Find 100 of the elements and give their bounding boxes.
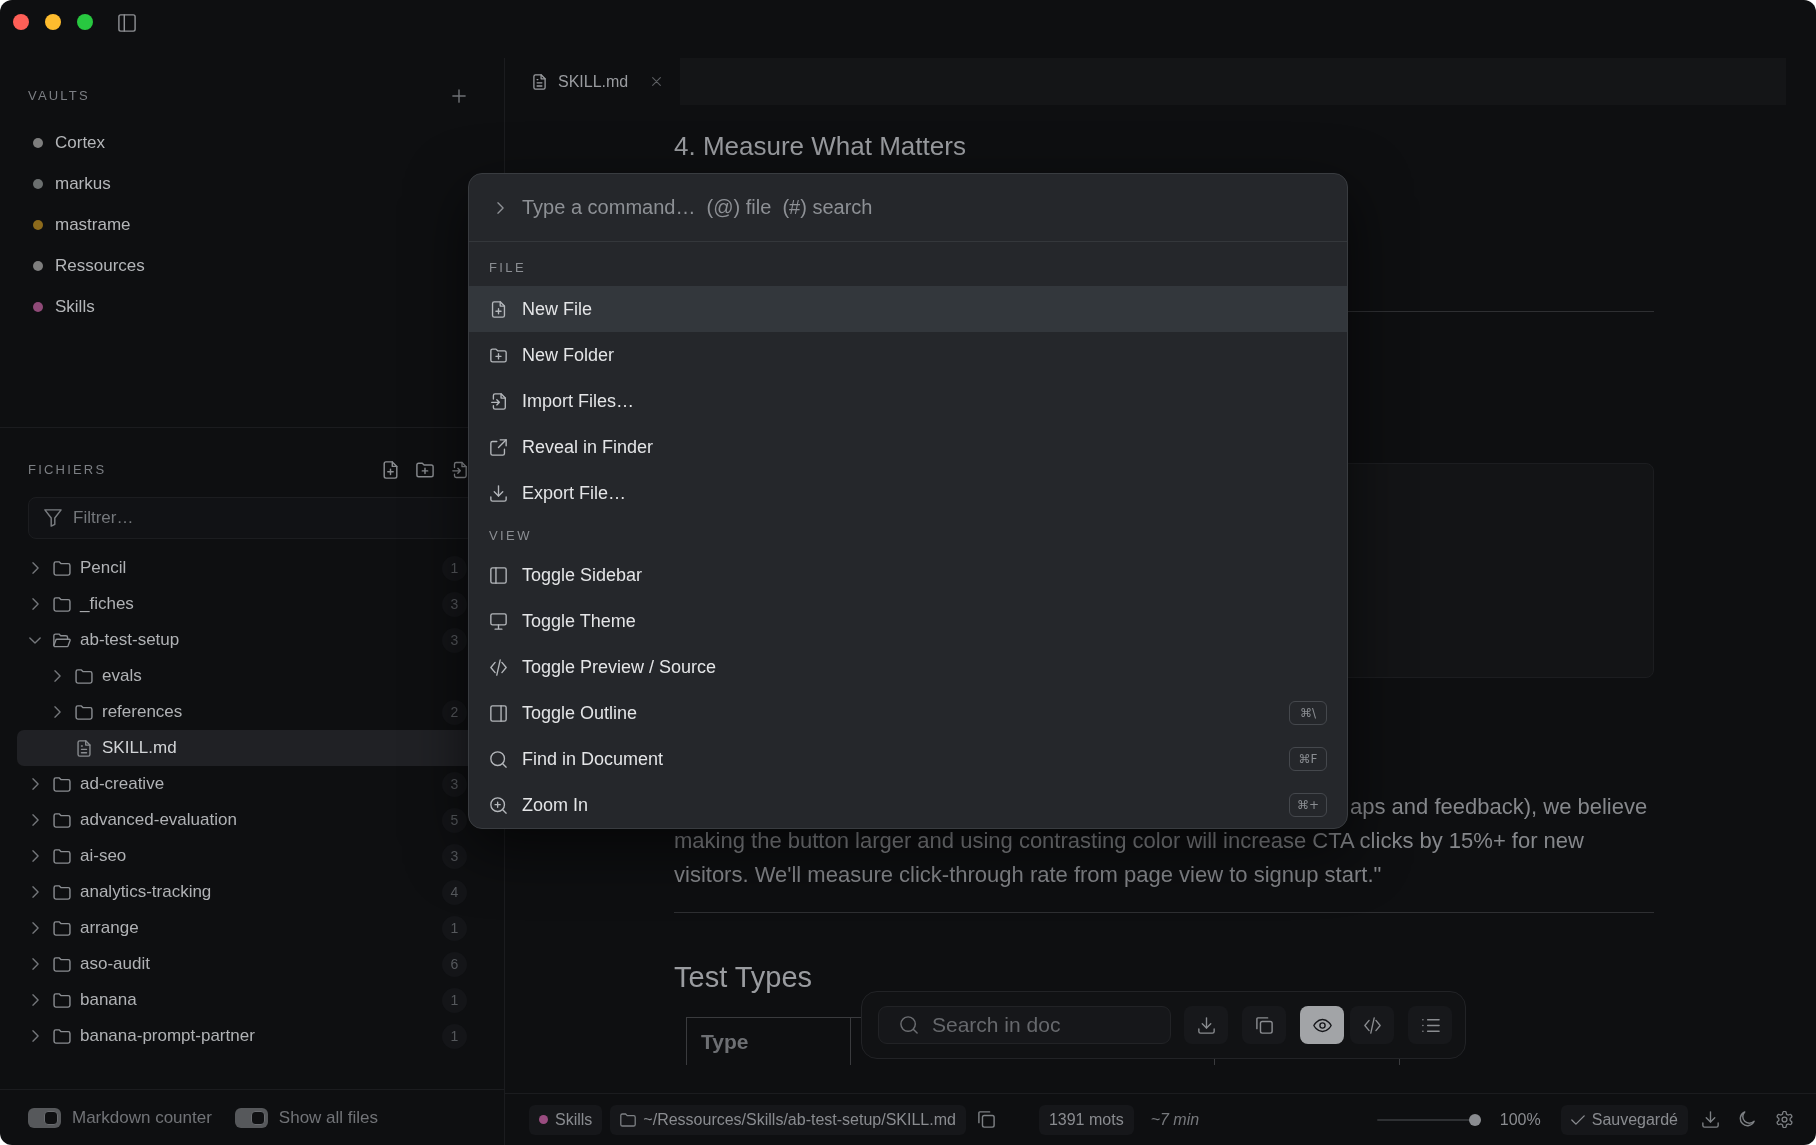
file-import-icon [490,392,507,410]
item-count: 5 [442,807,467,833]
chevron-icon[interactable] [31,850,39,862]
copy-icon [1254,1016,1274,1034]
doc-heading: 4. Measure What Matters [674,130,967,163]
chevron-icon[interactable] [31,598,39,610]
command-input[interactable]: Type a command… (@) file (#) search [522,187,1323,228]
command-item[interactable]: New Folder [469,332,1347,378]
folder-plus-icon[interactable] [416,462,434,478]
filter-icon [44,509,62,527]
theme-button[interactable] [1738,1111,1755,1128]
window-zoom-button[interactable] [77,14,93,30]
folder-icon [620,1112,637,1127]
section-title: FILE [488,259,528,277]
command-item[interactable]: Reveal in Finder [469,424,1347,470]
chevron-icon[interactable] [53,706,61,718]
file-icon [77,739,91,757]
chevron-icon[interactable] [29,636,41,644]
tree-item[interactable]: aso-audit 6 [17,946,487,982]
shortcut-key: ⌘+ [1289,793,1327,817]
file-plus-icon [490,300,507,318]
tree-item[interactable]: ai-seo 3 [17,838,487,874]
vault-item[interactable]: Cortex [28,122,466,163]
check-icon [1570,1114,1585,1125]
sidebar-icon [490,566,507,584]
save-status-label: Sauvegardé [1591,1110,1678,1129]
code-icon [490,658,507,676]
chevron-icon[interactable] [31,922,39,934]
folder-plus-icon [490,346,507,364]
reading-time: ~7 min [1150,1110,1200,1129]
paragraph-text: making the button larger and using contrasting color will increase CTA clicks by 15%+ for new visitors. We'll measure click-through rate from page view to signup start." [674,827,1585,889]
file-import-icon[interactable] [452,461,467,479]
folder-icon [53,848,71,864]
tree-item[interactable]: banana-prompt-partner 1 [17,1018,487,1054]
close-icon[interactable] [652,77,662,86]
sidebar-icon[interactable] [118,14,136,32]
chevron-icon[interactable] [53,670,61,682]
toggle-switch[interactable] [28,1107,61,1128]
section-heading: Test Types [674,960,814,995]
window-close-button[interactable] [13,14,29,30]
download-button[interactable] [1184,1006,1228,1044]
search-icon [900,1016,918,1034]
item-count: 4 [442,879,467,905]
source-button[interactable] [1350,1006,1394,1044]
tree-item[interactable]: banana 1 [17,982,487,1018]
file-plus-icon[interactable] [383,461,398,479]
folder-icon [75,704,93,720]
slider-thumb[interactable] [1468,1113,1481,1126]
chevron-icon[interactable] [31,562,39,574]
settings-button[interactable] [1776,1111,1793,1128]
item-count: 3 [442,843,467,869]
folder-icon [53,920,71,936]
folder-icon [53,956,71,972]
section-title: VAULTS [28,87,90,105]
vault-item[interactable]: Skills [28,286,466,327]
folder-icon [53,812,71,828]
gear-icon [1776,1111,1793,1128]
export-button[interactable] [1702,1111,1719,1128]
vault-item[interactable]: markus [28,163,466,204]
monitor-icon [490,612,507,630]
list-icon [1420,1016,1440,1034]
chevron-icon[interactable] [31,814,39,826]
outline-button[interactable] [1408,1006,1452,1044]
copy-icon [977,1111,995,1128]
command-item[interactable]: Import Files… [469,378,1347,424]
code-icon [1362,1016,1382,1034]
copy-button[interactable] [1242,1006,1286,1044]
search-icon [490,750,507,768]
chevron-icon[interactable] [31,886,39,898]
add-icon[interactable] [452,89,466,103]
preview-button[interactable] [1300,1006,1344,1044]
window-minimize-button[interactable] [45,14,61,30]
command-item[interactable]: New File [469,286,1347,332]
copy-path-button[interactable] [977,1111,995,1128]
table-header-cell: Type [686,1017,851,1065]
vault-chip[interactable]: Skills [529,1104,603,1135]
path-chip[interactable]: ~/Ressources/Skills/ab-test-setup/SKILL.md [610,1104,966,1135]
zoom-slider[interactable] [1376,1113,1481,1126]
vault-item[interactable]: Ressources [28,245,466,286]
tree-item[interactable]: arrange 1 [17,910,487,946]
folder-icon [53,884,71,900]
chevron-icon[interactable] [31,958,39,970]
zoom-level: 100% [1499,1110,1541,1129]
toggle-switch[interactable] [234,1107,268,1128]
toggle-label: Show all files [278,1107,379,1128]
search-field[interactable]: Search in doc [878,1006,1171,1044]
command-item[interactable]: Toggle Theme [469,598,1347,644]
folder-icon [53,596,71,612]
chevron-icon[interactable] [31,778,39,790]
external-link-icon [490,438,507,456]
tree-item[interactable]: analytics-tracking 4 [17,874,487,910]
word-count: 1391 mots [1038,1104,1134,1135]
folder-icon [53,560,71,576]
folder-icon [53,992,71,1008]
chevron-icon[interactable] [31,994,39,1006]
file-icon [533,73,546,90]
tab[interactable]: SKILL.md [516,58,680,105]
chevron-icon[interactable] [31,1030,39,1042]
vault-item[interactable]: mastrame [28,204,466,245]
shortcut-key: ⌘\ [1289,701,1327,725]
